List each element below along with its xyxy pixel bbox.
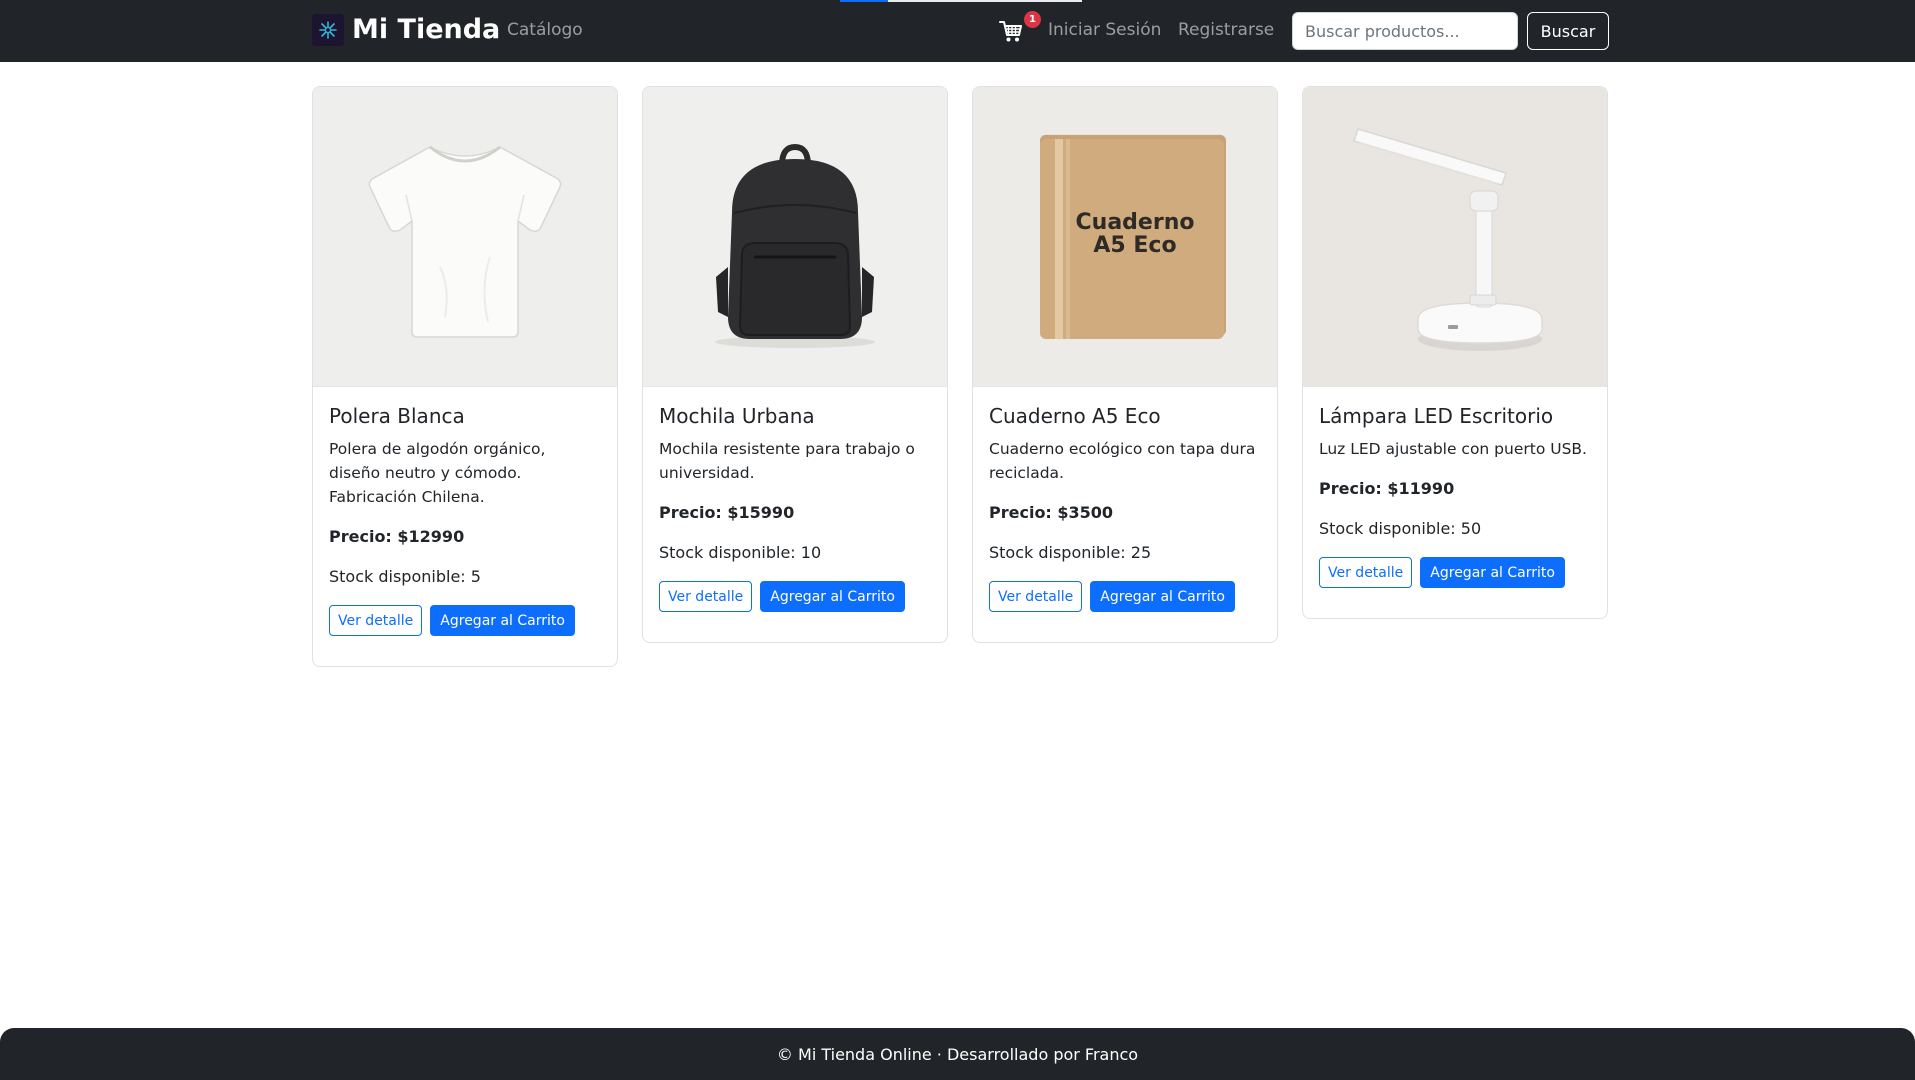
footer-text: © Mi Tienda Online · Desarrollado por Fr…: [776, 1044, 1139, 1064]
product-card: Polera Blanca Polera de algodón orgánico…: [312, 86, 618, 667]
product-stock: Stock disponible: 10: [659, 543, 822, 562]
product-price: Precio: $15990: [659, 503, 795, 522]
page-load-progress: [840, 0, 1082, 2]
navbar: Mi Tienda Catálogo 1 Iniciar Sesión Regi…: [0, 0, 1915, 62]
view-detail-button[interactable]: Ver detalle: [329, 605, 423, 636]
product-price: Precio: $12990: [329, 527, 465, 546]
add-to-cart-button[interactable]: Agregar al Carrito: [430, 605, 575, 636]
product-description: Mochila resistente para trabajo o univer…: [659, 440, 915, 482]
card-actions: Ver detalle Agregar al Carrito: [329, 605, 601, 636]
nav-register[interactable]: Registrarse: [1178, 19, 1274, 41]
product-stock: Stock disponible: 50: [1319, 519, 1482, 538]
footer: © Mi Tienda Online · Desarrollado por Fr…: [0, 1028, 1915, 1080]
brand-logo-icon[interactable]: [312, 14, 344, 46]
desk-lamp-image[interactable]: [1303, 87, 1607, 387]
add-to-cart-button[interactable]: Agregar al Carrito: [1420, 557, 1565, 588]
product-description: Polera de algodón orgánico, diseño neutr…: [329, 440, 546, 506]
product-card: Lámpara LED Escritorio Luz LED ajustable…: [1302, 86, 1608, 619]
view-detail-button[interactable]: Ver detalle: [1319, 557, 1413, 588]
add-to-cart-button[interactable]: Agregar al Carrito: [1090, 581, 1235, 612]
product-title: Polera Blanca: [329, 404, 465, 428]
nav-catalogo[interactable]: Catálogo: [507, 19, 583, 41]
t-shirt-image[interactable]: [313, 87, 617, 387]
cart-count-badge: 1: [1024, 11, 1041, 28]
card-actions: Ver detalle Agregar al Carrito: [1319, 557, 1591, 588]
card-actions: Ver detalle Agregar al Carrito: [659, 581, 931, 612]
product-stock: Stock disponible: 5: [329, 567, 481, 586]
product-price: Precio: $3500: [989, 503, 1114, 522]
product-description: Luz LED ajustable con puerto USB.: [1319, 440, 1587, 458]
product-title: Mochila Urbana: [659, 404, 815, 428]
add-to-cart-button[interactable]: Agregar al Carrito: [760, 581, 905, 612]
search-button[interactable]: Buscar: [1527, 12, 1609, 50]
product-title: Cuaderno A5 Eco: [989, 404, 1161, 428]
notebook-image[interactable]: Cuaderno A5 Eco: [973, 87, 1277, 387]
cart-icon[interactable]: [998, 18, 1024, 44]
product-description: Cuaderno ecológico con tapa dura recicla…: [989, 440, 1256, 482]
view-detail-button[interactable]: Ver detalle: [659, 581, 753, 612]
product-card: Mochila Urbana Mochila resistente para t…: [642, 86, 948, 643]
backpack-image[interactable]: [643, 87, 947, 387]
notebook-cover-line2: A5 Eco: [1093, 233, 1176, 258]
product-card: Cuaderno A5 Eco Cuaderno A5 Eco Cuaderno…: [972, 86, 1278, 643]
notebook-cover-line1: Cuaderno: [1076, 210, 1195, 235]
product-title: Lámpara LED Escritorio: [1319, 404, 1554, 428]
card-actions: Ver detalle Agregar al Carrito: [989, 581, 1261, 612]
product-price: Precio: $11990: [1319, 479, 1455, 498]
product-stock: Stock disponible: 25: [989, 543, 1152, 562]
nav-login[interactable]: Iniciar Sesión: [1048, 19, 1161, 41]
brand-name[interactable]: Mi Tienda: [352, 13, 500, 47]
search-input[interactable]: [1292, 12, 1518, 50]
view-detail-button[interactable]: Ver detalle: [989, 581, 1083, 612]
